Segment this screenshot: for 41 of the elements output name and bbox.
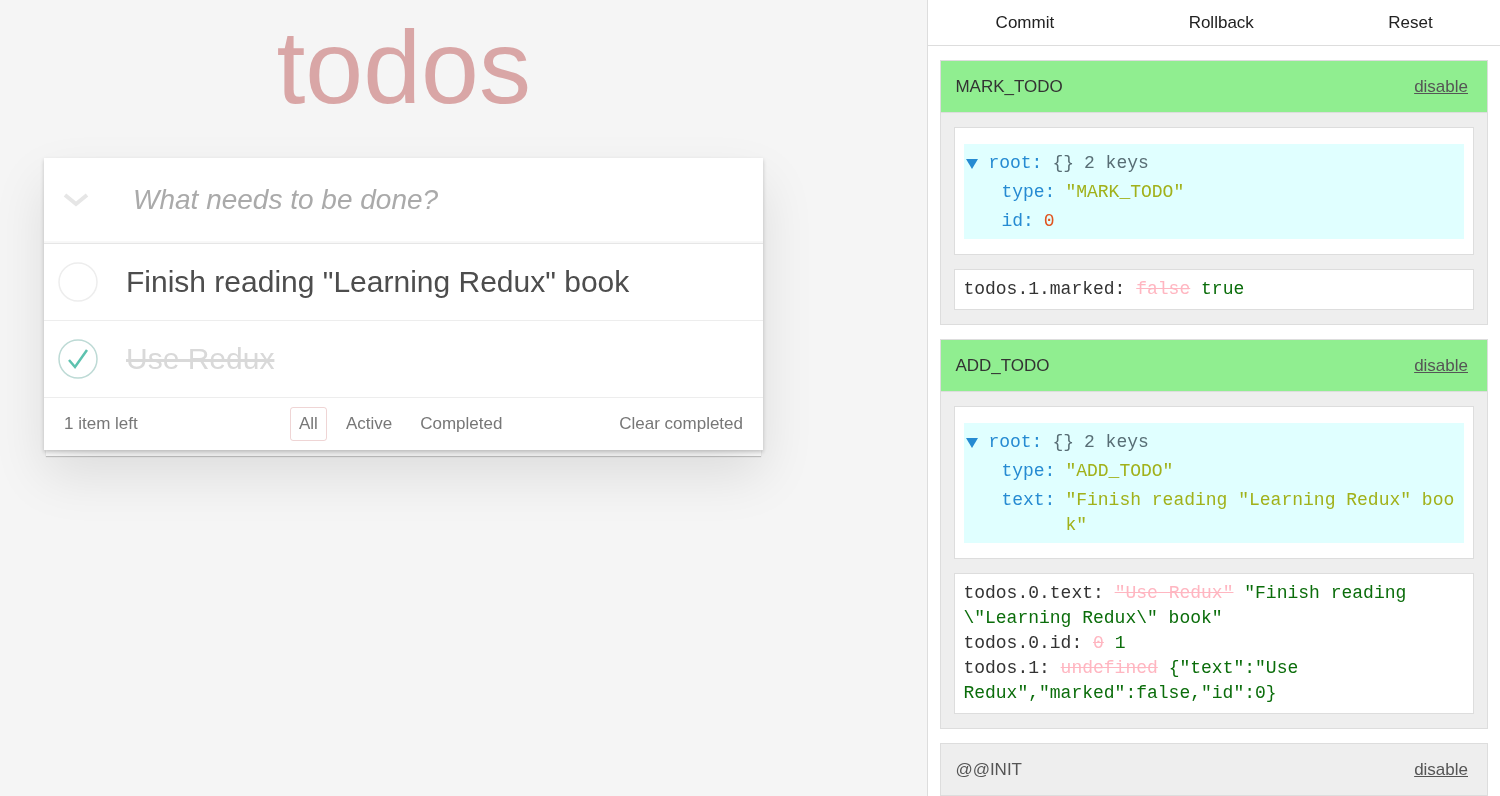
triangle-down-icon[interactable] — [966, 157, 979, 170]
tree-key: root: — [988, 149, 1043, 178]
items-left-count: 1 item left — [64, 413, 139, 434]
tree-braces: {} — [1052, 152, 1074, 175]
action-name: ADD_TODO — [955, 355, 1050, 376]
tree-value: "Finish reading "Learning Redux" book" — [1065, 489, 1456, 537]
diff-line: todos.1.marked: false true — [963, 278, 1246, 301]
diff-line: todos.1: undefined {"text":"Use Redux","marked":false,"id":0} — [963, 657, 1300, 705]
disable-link[interactable]: disable — [1414, 355, 1468, 376]
tree-key: id: — [1001, 207, 1034, 236]
todo-text: Finish reading "Learning Redux" book — [126, 264, 630, 299]
diff-line: todos.0.text: "Use Redux" "Finish reading \"Learning Redux\" book" — [963, 582, 1408, 630]
action-header[interactable]: MARK_TODO disable — [941, 61, 1487, 112]
triangle-down-icon[interactable] — [966, 436, 979, 449]
tree-key: type: — [1001, 178, 1056, 207]
checked-circle-icon[interactable] — [58, 338, 98, 379]
tree-key: root: — [988, 428, 1043, 457]
new-todo-field[interactable]: What needs to be done? — [131, 179, 763, 222]
action-name: MARK_TODO — [955, 76, 1063, 97]
diff-line: todos.0.id: 0 1 — [963, 632, 1127, 655]
tree-summary: 2 keys — [1084, 152, 1149, 175]
tree-value: "ADD_TODO" — [1065, 460, 1174, 483]
toolbar-button[interactable]: Reset — [1358, 8, 1463, 37]
tree-braces: {} — [1052, 431, 1074, 454]
toolbar-button[interactable]: Rollback — [1158, 8, 1284, 37]
tree-key: text: — [1001, 486, 1056, 540]
action-header[interactable]: ADD_TODO disable — [941, 340, 1487, 391]
filter-link[interactable]: All — [290, 406, 327, 441]
disable-link[interactable]: disable — [1414, 76, 1468, 97]
tree-summary: 2 keys — [1084, 431, 1149, 454]
tree-value: 0 — [1043, 210, 1055, 233]
disable-link[interactable]: disable — [1414, 759, 1468, 780]
action-name: @@INIT — [955, 759, 1022, 780]
app-title: todos — [276, 8, 531, 127]
toolbar-button[interactable]: Commit — [965, 8, 1085, 37]
filter-link[interactable]: Active — [336, 406, 402, 441]
filter-link[interactable]: Completed — [411, 406, 512, 441]
chevron-down-icon[interactable] — [63, 193, 89, 208]
tree-key: type: — [1001, 457, 1056, 486]
tree-value: "MARK_TODO" — [1065, 181, 1185, 204]
clear-completed-button[interactable]: Clear completed — [619, 413, 743, 434]
